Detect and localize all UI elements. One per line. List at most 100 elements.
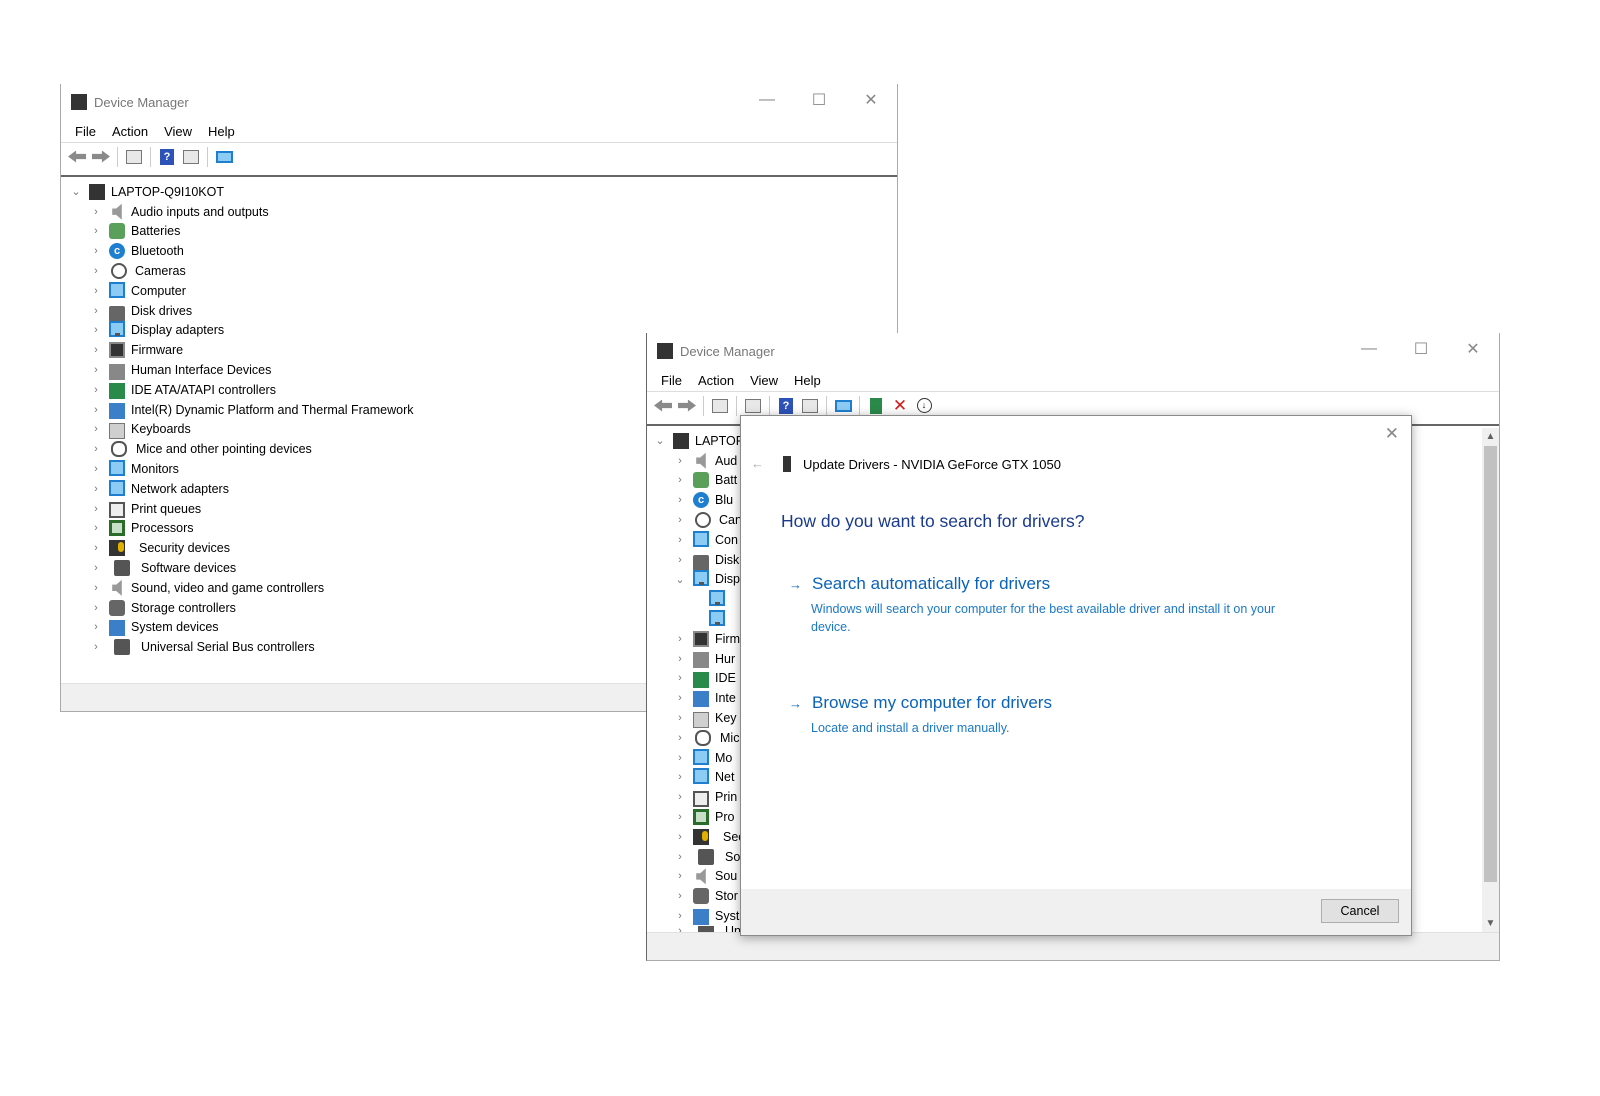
- menu-file[interactable]: File: [653, 373, 690, 388]
- show-hide-console-tree-button[interactable]: [708, 395, 732, 417]
- collapse-chevron-icon[interactable]: ⌄: [673, 573, 687, 586]
- expand-chevron-icon[interactable]: ›: [89, 344, 103, 356]
- expand-chevron-icon[interactable]: ›: [673, 732, 687, 744]
- close-button[interactable]: ✕: [845, 84, 897, 116]
- scroll-up-icon[interactable]: ▲: [1482, 428, 1499, 445]
- menu-file[interactable]: File: [67, 124, 104, 139]
- expand-chevron-icon[interactable]: ›: [673, 534, 687, 546]
- expand-chevron-icon[interactable]: ›: [89, 522, 103, 534]
- expand-chevron-icon[interactable]: ›: [673, 831, 687, 843]
- expand-chevron-icon[interactable]: ›: [89, 602, 103, 614]
- expand-chevron-icon[interactable]: ›: [673, 653, 687, 665]
- minimize-button[interactable]: —: [741, 84, 793, 116]
- expand-chevron-icon[interactable]: ›: [673, 633, 687, 645]
- expand-chevron-icon[interactable]: ›: [89, 582, 103, 594]
- menu-view[interactable]: View: [742, 373, 786, 388]
- expand-chevron-icon[interactable]: ›: [673, 870, 687, 882]
- expand-chevron-icon[interactable]: ›: [89, 621, 103, 633]
- expand-chevron-icon[interactable]: ›: [89, 305, 103, 317]
- search-automatically-option[interactable]: → Search automatically for drivers Windo…: [789, 574, 1309, 636]
- tree-item-disk-drives[interactable]: › Disk drives: [61, 301, 897, 322]
- expand-chevron-icon[interactable]: ›: [673, 672, 687, 684]
- back-button[interactable]: [651, 395, 675, 417]
- vertical-scrollbar[interactable]: ▲ ▼: [1482, 428, 1499, 932]
- expand-chevron-icon[interactable]: ›: [89, 503, 103, 515]
- expand-chevron-icon[interactable]: ›: [673, 811, 687, 823]
- expand-chevron-icon[interactable]: ›: [89, 206, 103, 218]
- expand-chevron-icon[interactable]: ›: [673, 455, 687, 467]
- expand-chevron-icon[interactable]: ›: [673, 851, 687, 863]
- uninstall-device-button[interactable]: ✕: [888, 395, 912, 417]
- scroll-down-icon[interactable]: ▼: [1482, 915, 1499, 932]
- expand-chevron-icon[interactable]: ›: [673, 692, 687, 704]
- help-button[interactable]: ?: [155, 146, 179, 168]
- expand-chevron-icon[interactable]: ›: [673, 474, 687, 486]
- collapse-chevron-icon[interactable]: ⌄: [653, 434, 667, 447]
- expand-chevron-icon[interactable]: ›: [89, 384, 103, 396]
- properties-button[interactable]: [741, 395, 765, 417]
- action-pane-button[interactable]: [179, 146, 203, 168]
- menu-action[interactable]: Action: [690, 373, 742, 388]
- expand-chevron-icon[interactable]: ›: [673, 712, 687, 724]
- maximize-button[interactable]: ☐: [793, 84, 845, 116]
- expand-chevron-icon[interactable]: ›: [89, 443, 103, 455]
- maximize-button[interactable]: ☐: [1395, 333, 1447, 365]
- expand-chevron-icon[interactable]: ›: [673, 910, 687, 922]
- minimize-button[interactable]: —: [1343, 333, 1395, 365]
- expand-chevron-icon[interactable]: ›: [89, 423, 103, 435]
- expand-chevron-icon[interactable]: ›: [89, 364, 103, 376]
- option-title[interactable]: → Search automatically for drivers: [789, 574, 1309, 594]
- collapse-chevron-icon[interactable]: ⌄: [69, 185, 83, 198]
- tree-item-cameras[interactable]: › Cameras: [61, 261, 897, 281]
- close-button[interactable]: ✕: [1447, 333, 1499, 365]
- expand-chevron-icon[interactable]: ›: [89, 265, 103, 277]
- tree-item-audio[interactable]: › Audio inputs and outputs: [61, 202, 897, 222]
- title-bar[interactable]: Device Manager — ☐ ✕: [61, 84, 897, 120]
- show-hide-console-tree-button[interactable]: [122, 146, 146, 168]
- expand-chevron-icon[interactable]: ›: [673, 890, 687, 902]
- scan-hardware-button[interactable]: [212, 146, 236, 168]
- expand-chevron-icon[interactable]: ›: [673, 791, 687, 803]
- help-button[interactable]: ?: [774, 395, 798, 417]
- help-icon: ?: [160, 148, 174, 165]
- option-title-text[interactable]: Browse my computer for drivers: [812, 693, 1052, 713]
- action-pane-button[interactable]: [798, 395, 822, 417]
- expand-chevron-icon[interactable]: ›: [673, 494, 687, 506]
- expand-chevron-icon[interactable]: ›: [89, 404, 103, 416]
- expand-chevron-icon[interactable]: ›: [89, 245, 103, 257]
- scroll-thumb[interactable]: [1484, 446, 1497, 882]
- expand-chevron-icon[interactable]: ›: [673, 771, 687, 783]
- option-title-text[interactable]: Search automatically for drivers: [812, 574, 1050, 594]
- option-title[interactable]: → Browse my computer for drivers: [789, 693, 1309, 713]
- tree-item-batteries[interactable]: › Batteries: [61, 222, 897, 242]
- disable-device-button[interactable]: ↓: [912, 395, 936, 417]
- expand-chevron-icon[interactable]: ›: [89, 483, 103, 495]
- tree-root[interactable]: ⌄ LAPTOP-Q9I10KOT: [61, 182, 897, 202]
- close-icon[interactable]: ✕: [1385, 424, 1399, 444]
- expand-chevron-icon[interactable]: ›: [673, 752, 687, 764]
- forward-button[interactable]: [675, 395, 699, 417]
- menu-view[interactable]: View: [156, 124, 200, 139]
- menu-help[interactable]: Help: [786, 373, 829, 388]
- back-arrow-icon[interactable]: ←: [751, 456, 764, 471]
- browse-computer-option[interactable]: → Browse my computer for drivers Locate …: [789, 693, 1309, 737]
- cancel-button[interactable]: Cancel: [1321, 899, 1399, 923]
- tree-item-bluetooth[interactable]: › ϲ Bluetooth: [61, 241, 897, 261]
- expand-chevron-icon[interactable]: ›: [673, 514, 687, 526]
- back-button[interactable]: [65, 146, 89, 168]
- tree-item-computer[interactable]: › Computer: [61, 281, 897, 301]
- update-driver-button[interactable]: [864, 395, 888, 417]
- menu-help[interactable]: Help: [200, 124, 243, 139]
- expand-chevron-icon[interactable]: ›: [673, 554, 687, 566]
- expand-chevron-icon[interactable]: ›: [89, 285, 103, 297]
- scan-hardware-button[interactable]: [831, 395, 855, 417]
- expand-chevron-icon[interactable]: ›: [89, 562, 103, 574]
- title-bar[interactable]: Device Manager — ☐ ✕: [647, 333, 1499, 369]
- expand-chevron-icon[interactable]: ›: [89, 225, 103, 237]
- menu-action[interactable]: Action: [104, 124, 156, 139]
- expand-chevron-icon[interactable]: ›: [89, 641, 103, 653]
- expand-chevron-icon[interactable]: ›: [89, 324, 103, 336]
- expand-chevron-icon[interactable]: ›: [89, 542, 103, 554]
- forward-button[interactable]: [89, 146, 113, 168]
- expand-chevron-icon[interactable]: ›: [89, 463, 103, 475]
